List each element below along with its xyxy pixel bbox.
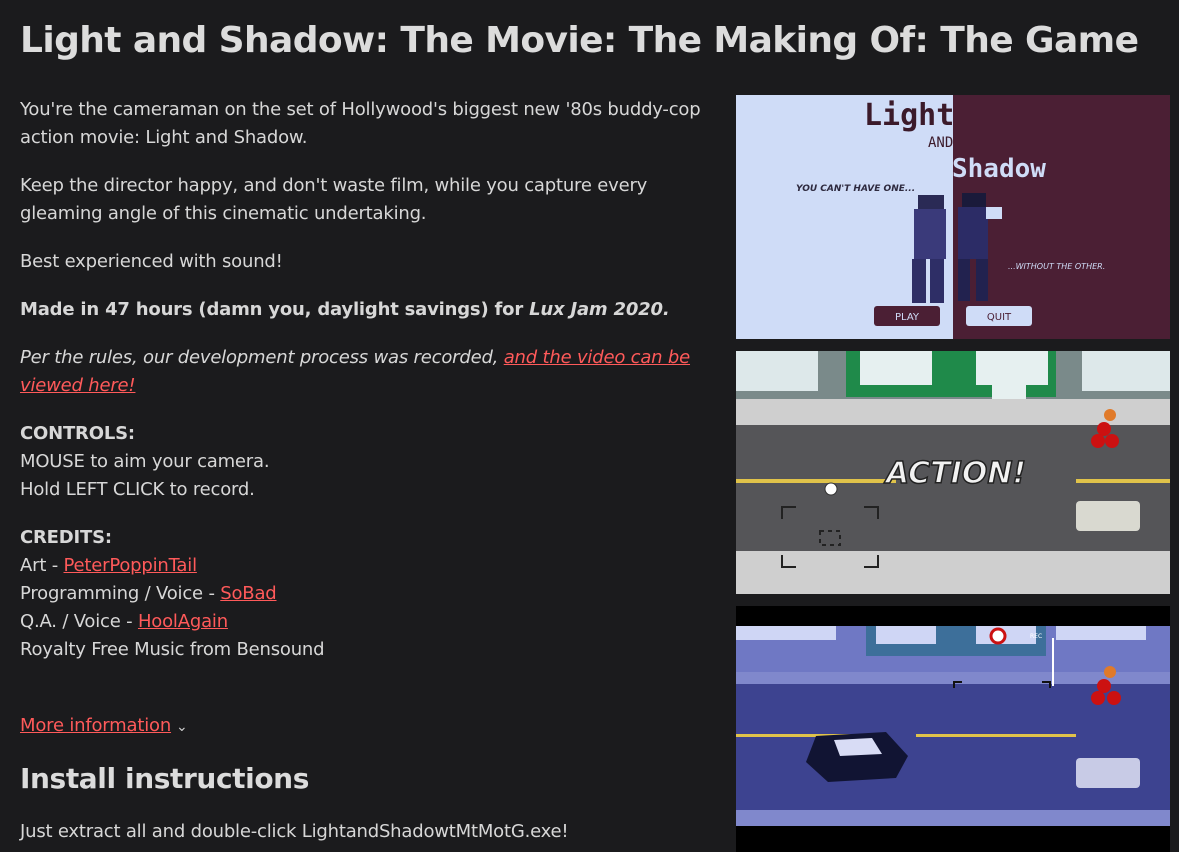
credit-programming-label: Programming / Voice - (20, 583, 221, 604)
install-text: Just extract all and double-click Lighta… (20, 821, 569, 842)
tagline-right: ...WITHOUT THE OTHER. (1008, 262, 1105, 271)
quit-button-label: QUIT (987, 312, 1012, 323)
screenshot-gameplay-recording[interactable]: REC (736, 606, 1170, 852)
credit-qa-label: Q.A. / Voice - (20, 611, 138, 632)
play-button-label: PLAY (895, 312, 920, 323)
screenshot-gameplay-action[interactable]: ACTION! (736, 351, 1170, 594)
video-note: Per the rules, our development process w… (20, 344, 720, 400)
description-paragraph: Best experienced with sound! (20, 251, 283, 272)
controls-click: Hold LEFT CLICK to record. (20, 479, 255, 500)
more-information-label: More information (20, 715, 172, 736)
chevron-down-icon: ⌄ (176, 719, 188, 735)
credit-art-link[interactable]: PeterPoppinTail (64, 555, 198, 576)
credit-qa-link[interactable]: HoolAgain (138, 611, 228, 632)
credit-programming-link[interactable]: SoBad (220, 583, 276, 604)
controls-heading: CONTROLS: (20, 423, 135, 444)
description-paragraph: You're the cameraman on the set of Holly… (20, 99, 701, 148)
record-indicator-icon (989, 627, 1007, 645)
logo-and: AND (928, 135, 953, 151)
credit-art-label: Art - (20, 555, 64, 576)
more-information-toggle[interactable]: More information ⌄ (20, 712, 188, 741)
tagline-left: YOU CAN'T HAVE ONE... (796, 184, 915, 194)
controls-section: CONTROLS: MOUSE to aim your camera. Hold… (20, 420, 720, 504)
jam-note: Made in 47 hours (damn you, daylight sav… (20, 296, 720, 324)
controls-mouse: MOUSE to aim your camera. (20, 451, 270, 472)
jam-name: Lux Jam 2020. (529, 299, 670, 320)
description-paragraph: Keep the director happy, and don't waste… (20, 175, 648, 224)
logo-light: Light (864, 98, 954, 133)
credits-heading: CREDITS: (20, 527, 112, 548)
rec-label: REC (1030, 633, 1042, 640)
jam-note-text: Made in 47 hours (damn you, daylight sav… (20, 299, 530, 320)
game-description: You're the cameraman on the set of Holly… (20, 96, 720, 684)
install-heading: Install instructions (20, 762, 309, 795)
credit-music: Royalty Free Music from Bensound (20, 639, 325, 660)
police-car (806, 732, 908, 782)
camera-marker-icon (824, 482, 838, 496)
action-banner: ACTION! (884, 456, 1026, 491)
logo-shadow: Shadow (952, 154, 1046, 184)
credits-section: CREDITS: Art - PeterPoppinTail Programmi… (20, 524, 720, 664)
screenshot-title-screen[interactable]: Light AND Shadow YOU CAN'T HAVE ONE... .… (736, 95, 1170, 339)
page-title: Light and Shadow: The Movie: The Making … (20, 20, 1139, 61)
video-note-text: Per the rules, our development process w… (20, 347, 504, 368)
